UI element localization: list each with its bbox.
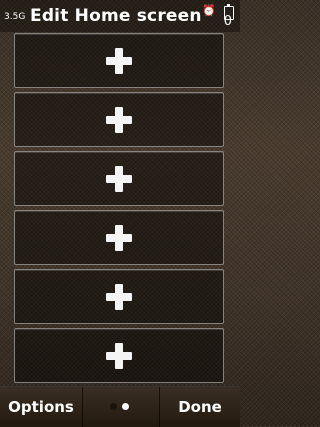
widget-slot-3[interactable]	[14, 151, 224, 206]
add-icon	[106, 342, 132, 369]
page-indicator[interactable]	[106, 403, 136, 411]
page-dot-2-active	[122, 403, 129, 410]
add-icon	[106, 224, 132, 251]
add-icon	[106, 165, 132, 192]
widget-slot-1[interactable]	[14, 33, 224, 88]
widget-slot-4[interactable]	[14, 210, 224, 265]
page-dot-1	[110, 403, 117, 410]
signal-type-indicator: 3.5G	[4, 12, 26, 22]
add-icon	[106, 106, 132, 133]
done-button[interactable]: Done	[159, 387, 240, 427]
status-bar: 3.5G Edit Home screen ⏰ 0	[0, 0, 240, 32]
widget-slot-6[interactable]	[14, 328, 224, 383]
softkey-bar: Options Done	[0, 386, 240, 427]
widget-slot-5[interactable]	[14, 269, 224, 324]
add-icon	[106, 47, 132, 74]
widget-slot-2[interactable]	[14, 92, 224, 147]
widget-slot-list	[14, 33, 224, 387]
system-indicators: ⏰ 0	[202, 2, 236, 30]
options-button[interactable]: Options	[0, 387, 83, 427]
status-counter: 0	[223, 14, 232, 29]
add-icon	[106, 283, 132, 310]
page-title: Edit Home screen	[30, 6, 202, 26]
alarm-clock-icon: ⏰	[202, 4, 216, 17]
